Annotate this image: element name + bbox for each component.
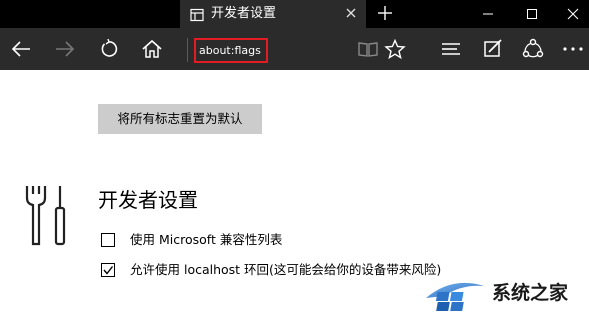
option-label: 允许使用 localhost 环回(这可能会给你的设备带来风险) bbox=[130, 262, 442, 277]
window-close-button[interactable] bbox=[553, 0, 589, 28]
section-title: 开发者设置 bbox=[98, 188, 198, 212]
back-arrow-icon[interactable] bbox=[10, 39, 32, 59]
new-tab-button[interactable] bbox=[376, 4, 394, 22]
favorite-star-icon[interactable] bbox=[384, 39, 406, 59]
watermark-text: 系统之家 bbox=[492, 282, 569, 304]
watermark: 系统之家 bbox=[420, 270, 589, 318]
refresh-icon[interactable] bbox=[98, 39, 120, 59]
share-icon[interactable] bbox=[522, 38, 544, 58]
checkmark-icon bbox=[103, 266, 114, 275]
maximize-icon bbox=[527, 9, 537, 19]
reading-view-icon[interactable] bbox=[357, 39, 379, 59]
more-icon[interactable] bbox=[562, 39, 584, 59]
close-icon bbox=[567, 8, 579, 20]
close-icon[interactable] bbox=[342, 4, 360, 22]
localhost-loopback-checkbox[interactable] bbox=[101, 263, 115, 277]
web-note-icon[interactable] bbox=[482, 39, 504, 59]
minimize-button[interactable] bbox=[468, 0, 508, 28]
option-label: 使用 Microsoft 兼容性列表 bbox=[130, 232, 283, 247]
developer-tools-icon bbox=[22, 184, 70, 252]
compat-list-checkbox[interactable] bbox=[101, 233, 115, 247]
tab-title: 开发者设置 bbox=[211, 6, 277, 21]
address-text[interactable]: about:flags bbox=[199, 44, 261, 58]
forward-arrow-icon[interactable] bbox=[54, 39, 76, 59]
page-icon bbox=[190, 7, 204, 22]
address-bar[interactable]: about:flags bbox=[194, 38, 268, 63]
tab-bar: 开发者设置 bbox=[0, 0, 589, 28]
watermark-logo-icon bbox=[422, 278, 488, 316]
home-icon[interactable] bbox=[141, 39, 163, 59]
reset-flags-button[interactable]: 将所有标志重置为默认 bbox=[98, 104, 262, 134]
plus-icon bbox=[378, 6, 392, 20]
minimize-icon bbox=[483, 13, 493, 15]
tab-developer-settings[interactable]: 开发者设置 bbox=[180, 0, 366, 28]
maximize-button[interactable] bbox=[512, 0, 552, 28]
hub-icon[interactable] bbox=[440, 39, 462, 59]
toolbar-divider bbox=[187, 38, 188, 62]
